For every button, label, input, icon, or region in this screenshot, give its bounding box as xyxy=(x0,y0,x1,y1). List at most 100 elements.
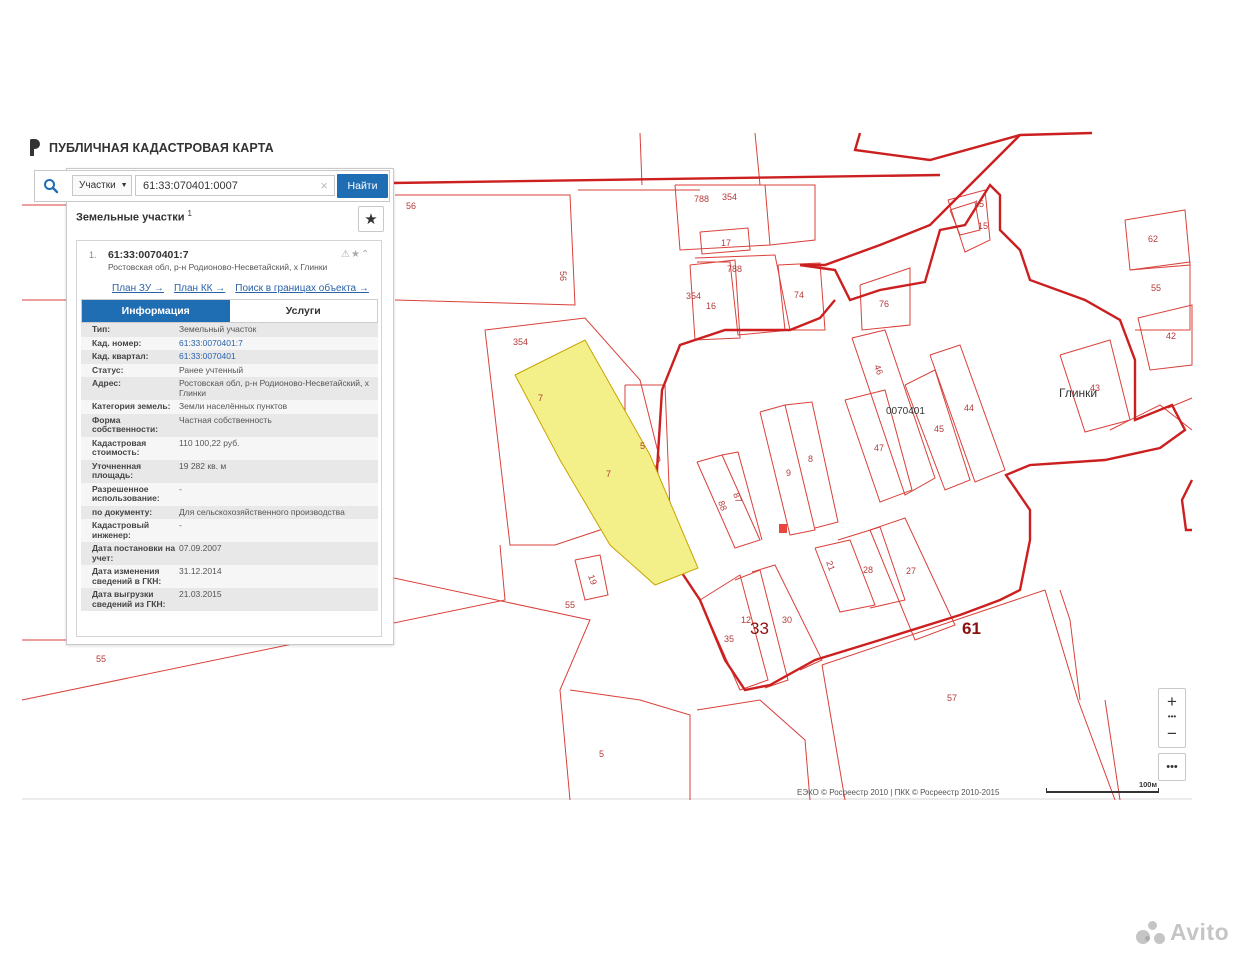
scale-tick xyxy=(1158,788,1159,793)
info-key: Статус: xyxy=(92,364,124,375)
pkk-logo-icon xyxy=(30,139,42,156)
info-value: Земли населённых пунктов xyxy=(179,401,288,411)
plot-number: 57 xyxy=(947,693,957,703)
zoom-control: + ••• − xyxy=(1158,688,1186,748)
tab-info[interactable]: Информация xyxy=(82,300,230,322)
plot-number: 56 xyxy=(558,271,568,281)
info-key: Адрес: xyxy=(92,378,121,388)
scale-label: 100м xyxy=(1138,780,1157,789)
parcel-card: 1. 61:33:0070401:7 Ростовская обл, р-н Р… xyxy=(76,240,382,637)
info-value: Ранее учтенный xyxy=(179,364,244,375)
info-key: Категория земель: xyxy=(92,401,171,411)
info-value: 07.09.2007 xyxy=(179,543,222,553)
plot-number: 788 xyxy=(694,194,709,204)
zoom-out-button[interactable]: − xyxy=(1159,721,1185,747)
results-section-title: Земельные участки 1 xyxy=(76,209,192,224)
avito-watermark: Avito xyxy=(1136,919,1229,946)
warning-icon[interactable]: ⚠ xyxy=(341,249,351,260)
plot-number: 8 xyxy=(808,454,813,464)
info-row: Кадастровая стоимость: 110 100,22 руб. xyxy=(81,436,378,460)
plot-number: 56 xyxy=(406,201,416,211)
plot-number: 55 xyxy=(565,600,575,610)
info-table: Тип: Земельный участок Кад. номер: 61:33:0… xyxy=(81,323,378,611)
plot-number: 30 xyxy=(782,615,792,625)
plot-number: 44 xyxy=(964,403,974,413)
more-tools-button[interactable]: ••• xyxy=(1158,753,1186,781)
plot-number: 62 xyxy=(1148,234,1158,244)
plot-number: 9 xyxy=(786,468,791,478)
block-number: 0070401 xyxy=(886,406,925,417)
info-value: - xyxy=(179,520,182,530)
plot-number: 17 xyxy=(721,238,731,248)
info-key: Уточненная площадь: xyxy=(92,460,142,480)
plot-number: 45 xyxy=(934,424,944,434)
plot-number: 42 xyxy=(1166,331,1176,341)
info-row: Кад. квартал: 61:33:0070401 xyxy=(81,350,378,364)
info-row: Кадастровый инженер: - xyxy=(81,519,378,542)
scale-line xyxy=(1046,791,1159,793)
object-type-select[interactable]: Участки ▼ xyxy=(72,175,132,196)
info-key: Кад. номер: xyxy=(92,337,142,348)
info-row: Статус: Ранее учтенный xyxy=(81,363,378,377)
star-icon[interactable]: ★ xyxy=(351,249,361,260)
info-row: Дата изменения сведений в ГКН: 31.12.2014 xyxy=(81,565,378,588)
info-key: Разрешенное использование: xyxy=(92,483,160,503)
scale-bar: 100м xyxy=(1046,780,1159,793)
cad-number-link[interactable]: 61:33:0070401:7 xyxy=(179,338,378,349)
app-title: ПУБЛИЧНАЯ КАДАСТРОВАЯ КАРТА xyxy=(49,140,274,155)
find-button[interactable]: Найти xyxy=(337,174,388,198)
search-query: 61:33:070401:0007 xyxy=(143,179,238,192)
info-value: - xyxy=(179,483,182,494)
search-in-bounds-link[interactable]: Поиск в границах объекта → xyxy=(235,283,369,294)
favorites-button[interactable]: ★ xyxy=(358,206,384,232)
red-marker xyxy=(779,524,787,533)
info-value: 31.12.2014 xyxy=(179,566,222,576)
map-attribution: ЕЭКО © Росреестр 2010 | ПКК © Росреестр … xyxy=(797,788,1000,797)
info-key: Кад. квартал: xyxy=(92,351,149,361)
plot-number: 55 xyxy=(96,654,106,664)
info-row: Кад. номер: 61:33:0070401:7 xyxy=(81,336,378,350)
card-tabs: Информация Услуги xyxy=(81,299,378,323)
info-row: Категория земель: Земли населённых пункто… xyxy=(81,400,378,414)
info-row: Форма собственности: Частная собственност… xyxy=(81,413,378,437)
search-input[interactable]: 61:33:070401:0007 × xyxy=(135,175,335,196)
search-icon[interactable] xyxy=(35,171,67,201)
plot-number: 7 xyxy=(538,393,543,403)
card-index: 1. xyxy=(89,250,97,260)
scale-tick xyxy=(1046,788,1047,793)
plot-number: 354 xyxy=(686,291,701,301)
chevron-up-icon[interactable]: ⌃ xyxy=(361,249,370,260)
plot-number: 354 xyxy=(722,192,737,202)
district-number-label: 33 xyxy=(750,619,769,638)
card-actions: ⚠★⌃ xyxy=(341,249,370,260)
info-row: Тип: Земельный участок xyxy=(81,323,378,337)
watermark-text: Avito xyxy=(1170,919,1230,945)
card-title[interactable]: 61:33:0070401:7 xyxy=(108,249,189,261)
section-title-text: Земельные участки xyxy=(76,211,185,224)
plot-number: 16 xyxy=(706,301,716,311)
info-row: Разрешенное использование: - xyxy=(81,482,378,506)
info-key: Кадастровый инженер: xyxy=(92,520,150,540)
plot-number: 76 xyxy=(879,299,889,309)
chevron-down-icon: ▼ xyxy=(120,182,128,189)
plot-number: 47 xyxy=(874,443,884,453)
info-value: Частная собственность xyxy=(179,414,272,425)
plan-zu-link[interactable]: План ЗУ → xyxy=(112,283,164,294)
info-row: Дата выгрузки сведений из ГКН: 21.03.2015 xyxy=(81,588,378,611)
clear-icon[interactable]: × xyxy=(320,178,328,193)
info-value: Для сельскохозяйственного производства xyxy=(179,506,345,517)
info-key: Тип: xyxy=(92,324,111,334)
plan-kk-link[interactable]: План КК → xyxy=(174,283,225,294)
tab-services[interactable]: Услуги xyxy=(229,300,377,322)
plot-number: 788 xyxy=(727,264,742,274)
plot-number: 7 xyxy=(606,469,611,479)
plot-number: 35 xyxy=(724,634,734,644)
plot-number: 28 xyxy=(863,565,873,575)
info-row: по документу: Для сельскохозяйственного п… xyxy=(81,505,378,519)
card-links: План ЗУ → План КК → Поиск в границах объ… xyxy=(112,283,369,294)
cad-quarter-link[interactable]: 61:33:0070401 xyxy=(179,351,378,362)
place-name-label: Глинки xyxy=(1059,386,1097,400)
plot-number: 55 xyxy=(1151,283,1161,293)
info-row: Адрес: Ростовская обл, р-н Родионово-Несв… xyxy=(81,377,378,400)
results-count: 1 xyxy=(187,209,192,218)
